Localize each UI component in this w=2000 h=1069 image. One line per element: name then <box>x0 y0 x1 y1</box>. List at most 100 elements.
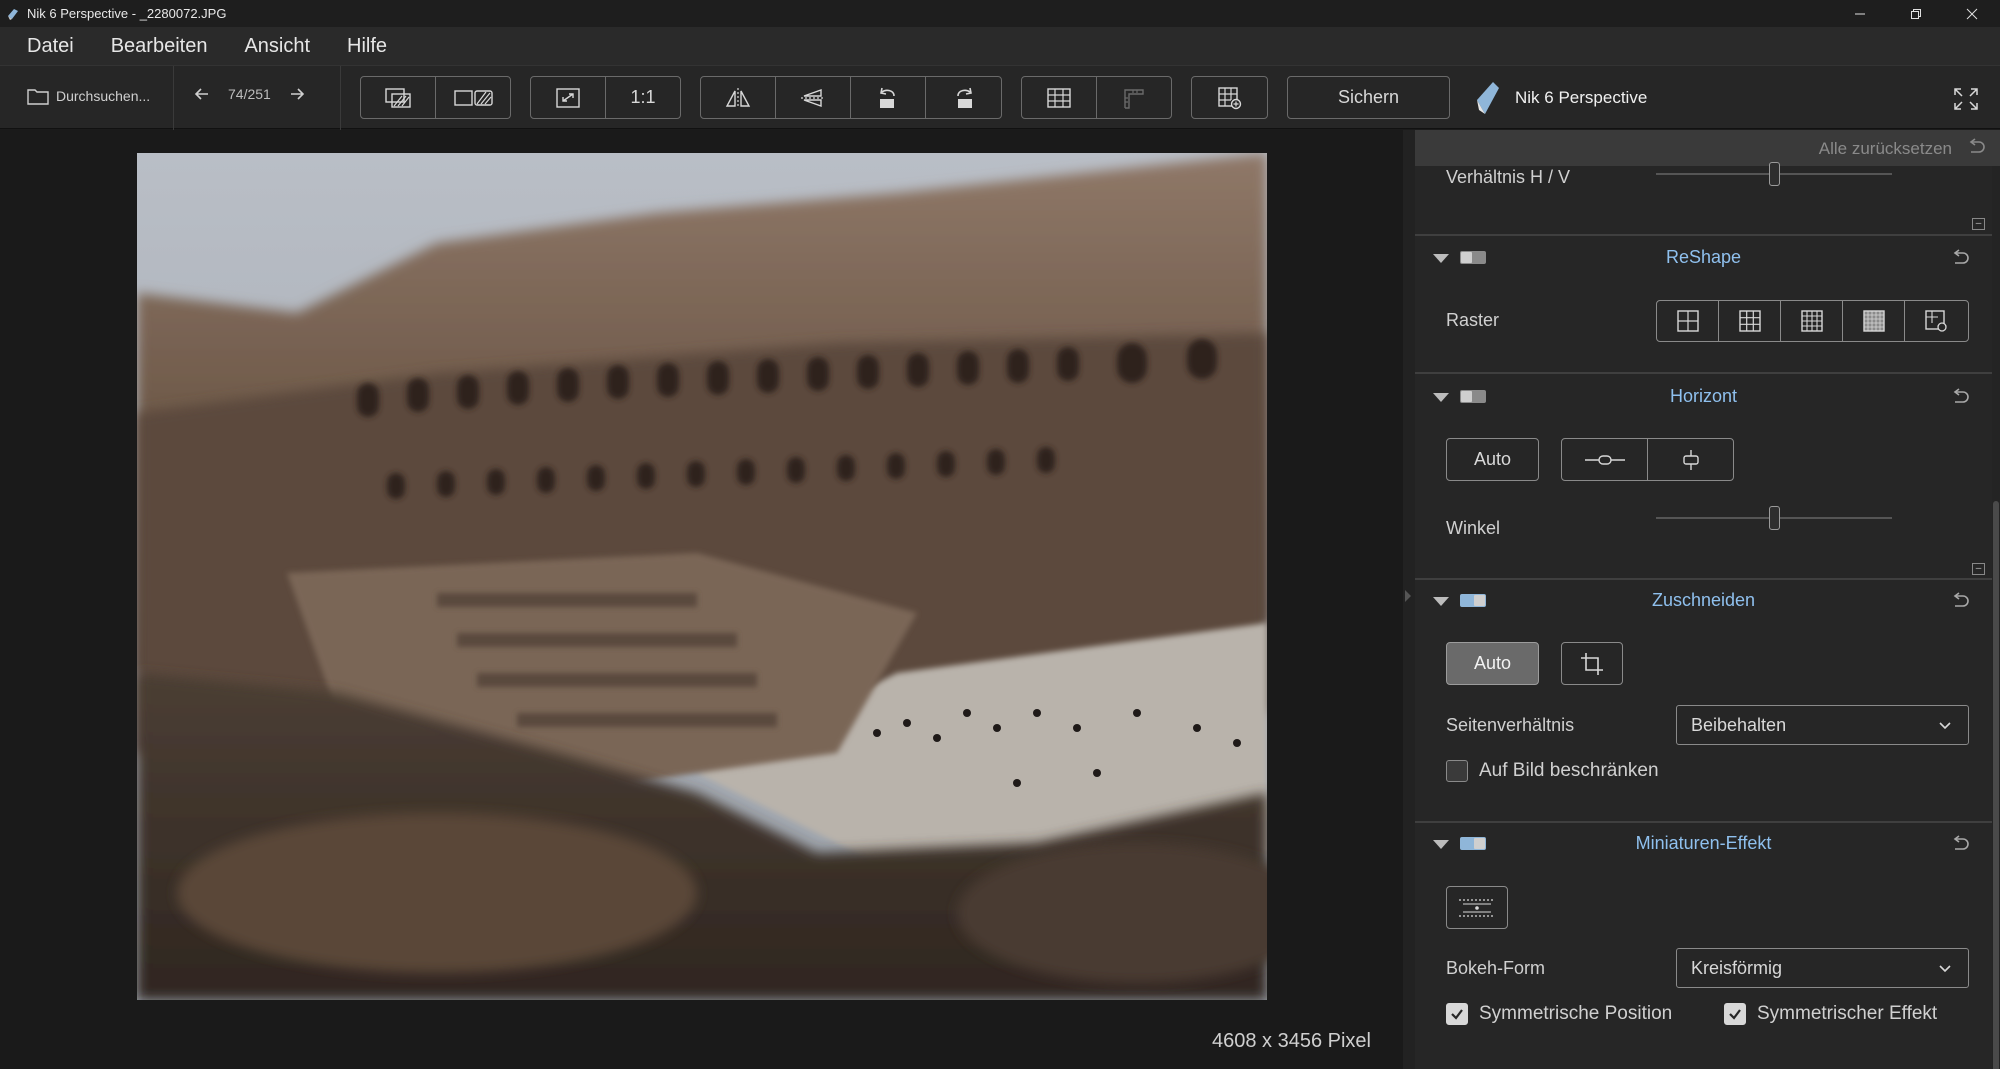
crop-title: Zuschneiden <box>1651 590 1756 610</box>
overlay-compare-icon <box>385 87 411 108</box>
reshape-title: ReShape <box>1665 247 1742 267</box>
crop-tool-button[interactable] <box>1561 642 1623 685</box>
checkbox-box[interactable] <box>1446 1003 1468 1025</box>
ruler-button[interactable] <box>1097 77 1171 118</box>
fit-to-screen-button[interactable] <box>531 77 606 118</box>
image-navigator: 74/251 <box>192 84 307 104</box>
rotate-right-icon <box>956 87 972 108</box>
section-collapse-button[interactable]: – <box>1972 563 1985 575</box>
zoom-1to1-button[interactable]: 1:1 <box>606 77 680 118</box>
transform-group <box>700 76 1002 119</box>
close-button[interactable] <box>1944 0 2000 27</box>
image-counter: 74/251 <box>228 86 271 102</box>
horizont-reset-icon[interactable] <box>1950 388 1970 406</box>
image-dimensions: 4608 x 3456 Pixel <box>1211 1030 1371 1052</box>
angle-slider-knob[interactable] <box>1768 506 1780 530</box>
grid-fine-button[interactable] <box>1843 301 1905 341</box>
flip-vertical-button[interactable] <box>776 77 851 118</box>
section-collapse-button[interactable]: – <box>1972 218 1985 230</box>
constrain-label: Auf Bild beschränken <box>1479 760 1659 781</box>
restore-icon <box>1911 8 1921 19</box>
split-compare-icon <box>454 89 493 106</box>
panel-divider[interactable] <box>1403 130 1415 1069</box>
bokeh-shape-select[interactable]: Kreisförmig <box>1676 948 1969 988</box>
window-title: Nik 6 Perspective - _2280072.JPG <box>27 6 227 21</box>
vertical-level-button[interactable] <box>1648 439 1733 480</box>
rotate-right-button[interactable] <box>926 77 1001 118</box>
restore-button[interactable] <box>1888 0 1944 27</box>
brand-logo: Nik 6 Perspective <box>1473 80 1647 116</box>
panel-scrollbar[interactable] <box>1992 166 2000 1069</box>
browse-button[interactable]: Durchsuchen... <box>26 86 150 106</box>
aspect-ratio-label: Seitenverhältnis <box>1446 715 1575 735</box>
edited-photo[interactable] <box>137 153 1267 1000</box>
compare-view-group <box>360 76 511 119</box>
focus-band-icon <box>1459 898 1495 917</box>
section-divider <box>1415 821 1992 823</box>
aspect-ratio-select[interactable]: Beibehalten <box>1676 705 1969 745</box>
constrain-to-image-checkbox[interactable]: Auf Bild beschränken <box>1446 760 1659 782</box>
miniature-title: Miniaturen-Effekt <box>1635 833 1772 853</box>
minimize-icon <box>1855 13 1865 14</box>
undo-icon[interactable] <box>1966 138 1986 156</box>
menu-bearbeiten[interactable]: Bearbeiten <box>111 35 208 58</box>
fullscreen-icon[interactable] <box>1953 87 1979 111</box>
flip-horizontal-button[interactable] <box>701 77 776 118</box>
grid-settings-button[interactable] <box>1192 77 1267 118</box>
next-image-icon[interactable] <box>287 84 307 104</box>
grid-custom-button[interactable] <box>1905 301 1966 341</box>
grid-overlay-button[interactable] <box>1022 77 1097 118</box>
fit-screen-icon <box>556 87 580 108</box>
collapse-panel-icon[interactable] <box>1405 590 1411 602</box>
focus-band-button[interactable] <box>1446 886 1508 929</box>
checkbox-box[interactable] <box>1446 760 1468 782</box>
before-after-button[interactable] <box>361 77 436 118</box>
horizont-auto-button[interactable]: Auto <box>1446 438 1539 481</box>
previous-image-icon[interactable] <box>192 84 212 104</box>
ruler-icon <box>1124 88 1144 109</box>
settings-group <box>1191 76 1268 119</box>
window-controls <box>1832 0 2000 27</box>
save-button[interactable]: Sichern <box>1287 76 1450 119</box>
menu-hilfe[interactable]: Hilfe <box>347 35 387 58</box>
menu-bar: Datei Bearbeiten Ansicht Hilfe <box>0 27 2000 65</box>
grid-3x3-button[interactable] <box>1719 301 1781 341</box>
ratio-slider-knob[interactable] <box>1768 162 1780 186</box>
symmetric-position-checkbox[interactable]: Symmetrische Position <box>1446 1003 1672 1025</box>
horizont-header: Horizont <box>1415 377 1992 417</box>
angle-label: Winkel <box>1446 518 1501 538</box>
menu-ansicht[interactable]: Ansicht <box>244 35 310 58</box>
toolbar: Durchsuchen... 74/251 1:1 Sichern Nik 6 … <box>0 65 2000 130</box>
rotate-left-button[interactable] <box>851 77 926 118</box>
browse-label: Durchsuchen... <box>56 88 151 104</box>
menu-datei[interactable]: Datei <box>27 35 74 58</box>
symmetric-effect-label: Symmetrischer Effekt <box>1757 1003 1938 1024</box>
flip-vertical-icon <box>801 88 825 107</box>
bokeh-shape-value: Kreisförmig <box>1691 957 1783 978</box>
toolbar-divider <box>340 66 341 130</box>
checkbox-box[interactable] <box>1724 1003 1746 1025</box>
grid-2x2-button[interactable] <box>1657 301 1719 341</box>
reshape-reset-icon[interactable] <box>1950 249 1970 267</box>
image-canvas[interactable]: 4608 x 3456 Pixel <box>0 130 1403 1069</box>
minimize-button[interactable] <box>1832 0 1888 27</box>
zoom-group: 1:1 <box>530 76 681 119</box>
horizon-level-button[interactable] <box>1562 439 1648 480</box>
crop-reset-icon[interactable] <box>1950 592 1970 610</box>
chevron-down-icon <box>1939 722 1951 730</box>
grid-fine-icon <box>1862 310 1885 332</box>
chevron-down-icon <box>1939 965 1951 973</box>
symmetric-position-label: Symmetrische Position <box>1479 1003 1673 1024</box>
miniature-reset-icon[interactable] <box>1950 835 1970 853</box>
crop-auto-button[interactable]: Auto <box>1446 642 1539 685</box>
split-view-button[interactable] <box>436 77 510 118</box>
grid-4x4-button[interactable] <box>1781 301 1843 341</box>
symmetric-effect-checkbox[interactable]: Symmetrischer Effekt <box>1724 1003 1937 1025</box>
horizon-level-icon <box>1584 454 1625 465</box>
crop-header: Zuschneiden <box>1415 581 1992 621</box>
title-bar: Nik 6 Perspective - _2280072.JPG <box>0 0 2000 27</box>
reset-all-label[interactable]: Alle zurücksetzen <box>1819 139 1952 159</box>
colosseum-photo <box>137 153 1267 1000</box>
grid-label: Raster <box>1446 310 1500 330</box>
scrollbar-thumb[interactable] <box>1993 501 1999 1069</box>
